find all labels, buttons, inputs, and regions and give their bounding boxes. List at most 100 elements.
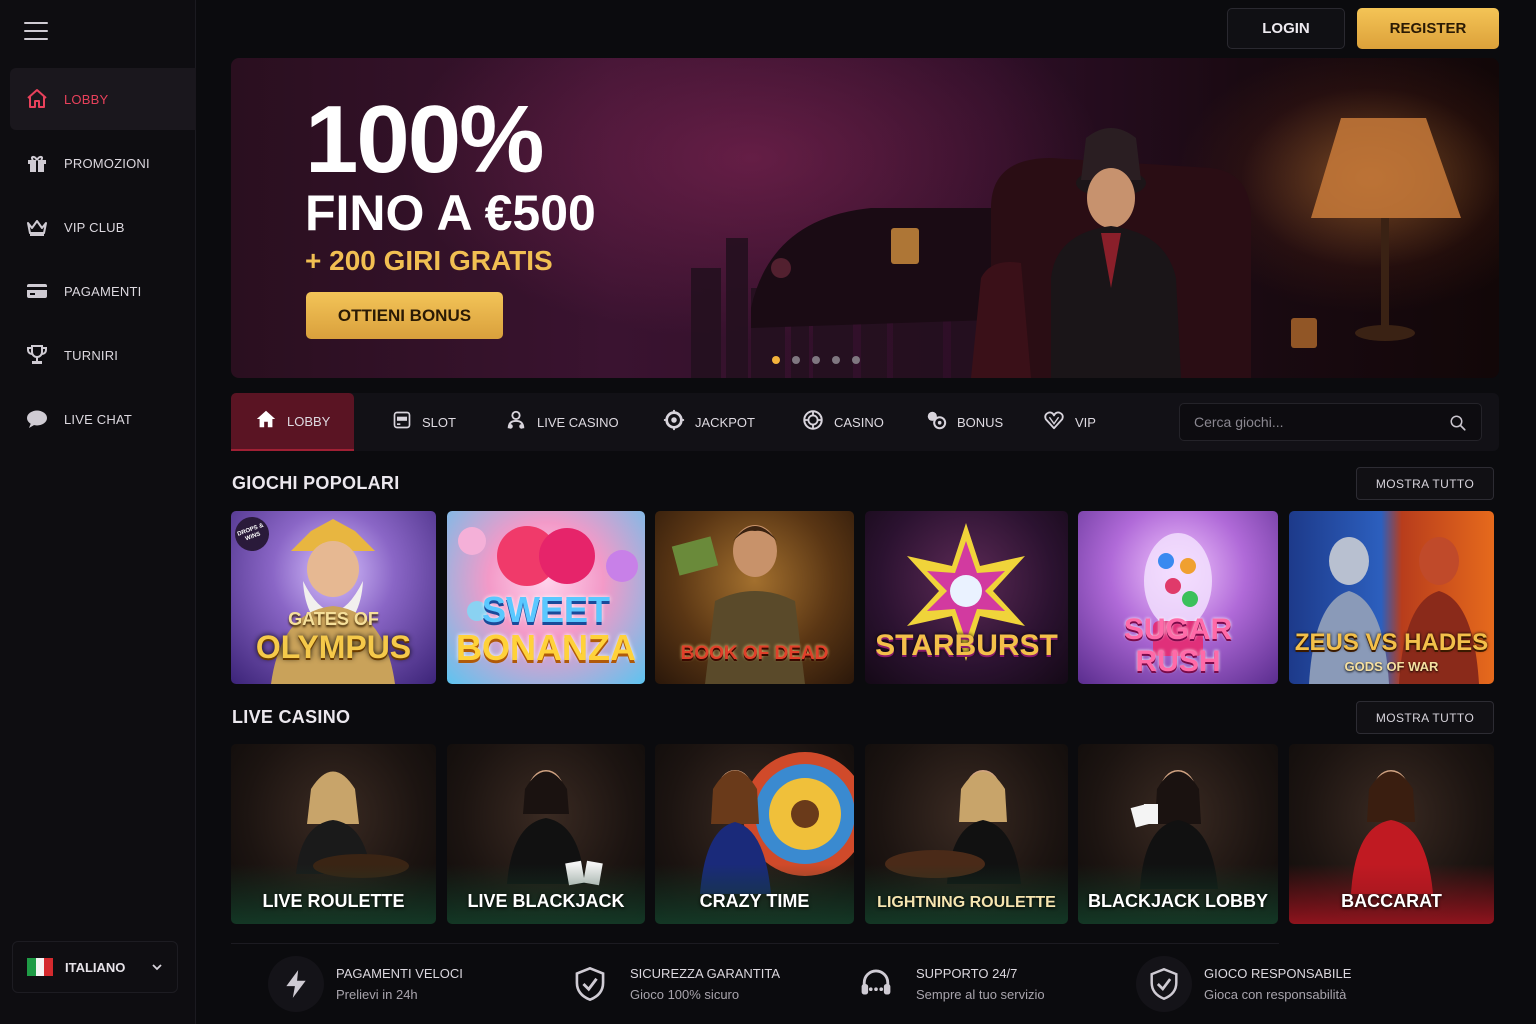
card-icon — [24, 278, 50, 304]
game-tile-starburst[interactable]: STARBURST — [865, 511, 1068, 684]
carousel-dot[interactable] — [792, 356, 800, 364]
sidebar-item-label: VIP CLUB — [64, 219, 125, 235]
game-title: OLYMPUS — [255, 629, 412, 665]
chevron-down-icon — [151, 960, 163, 978]
live-game-title: LIGHTNING ROULETTE — [877, 894, 1056, 911]
category-bar: LOBBY SLOT LIVE CASINO JACKPOT CASINO BO… — [231, 393, 1499, 451]
live-game-title: LIVE BLACKJACK — [467, 891, 625, 911]
tab-label: VIP — [1075, 414, 1096, 430]
live-tile-lightning-roulette[interactable]: LIGHTNING ROULETTE — [865, 744, 1068, 924]
feature-responsible-gaming: GIOCO RESPONSABILE Gioca con responsabili… — [1136, 956, 1351, 1012]
sidebar-item-live-chat[interactable]: LIVE CHAT — [10, 388, 196, 450]
search-input[interactable] — [1180, 404, 1440, 440]
live-tile-blackjack-lobby[interactable]: BLACKJACK LOBBY — [1078, 744, 1278, 924]
feature-fast-payments: PAGAMENTI VELOCI Prelievi in 24h — [268, 956, 463, 1012]
feature-subtitle: Gioco 100% sicuro — [630, 987, 740, 1002]
live-game-title: BLACKJACK LOBBY — [1088, 891, 1268, 911]
tab-jackpot[interactable]: JACKPOT — [663, 393, 755, 451]
shield-check-icon — [1136, 956, 1192, 1012]
carousel-dot[interactable] — [812, 356, 820, 364]
feature-title: GIOCO RESPONSABILE — [1204, 966, 1352, 981]
tab-label: JACKPOT — [695, 414, 755, 430]
divider — [231, 943, 1279, 944]
get-bonus-button[interactable]: OTTIENI BONUS — [306, 292, 503, 339]
tab-casino[interactable]: CASINO — [802, 393, 884, 451]
feature-title: PAGAMENTI VELOCI — [336, 966, 463, 981]
game-title: GATES OF — [288, 609, 379, 629]
sidebar-item-label: TURNIRI — [64, 347, 119, 363]
live-game-title: CRAZY TIME — [699, 891, 810, 911]
live-tile-live-blackjack[interactable]: LIVE BLACKJACK — [447, 744, 645, 924]
headset-icon — [848, 956, 904, 1012]
show-all-live-button[interactable]: MOSTRA TUTTO — [1356, 701, 1494, 734]
jackpot-icon — [663, 409, 685, 436]
sidebar-item-vip-club[interactable]: VIP CLUB — [10, 196, 196, 258]
carousel-dots — [772, 356, 872, 364]
feature-title: SICUREZZA GARANTITA — [630, 966, 780, 981]
sidebar-nav: LOBBY PROMOZIONI VIP CLUB PAGAMENTI TURN… — [10, 68, 196, 452]
tab-live-casino[interactable]: LIVE CASINO — [505, 393, 619, 451]
sidebar-item-turniri[interactable]: TURNIRI — [10, 324, 196, 386]
game-subtitle: GODS OF WAR — [1344, 659, 1439, 674]
chat-icon — [24, 406, 50, 432]
feature-subtitle: Gioca con responsabilità — [1204, 987, 1347, 1002]
sidebar-item-label: PROMOZIONI — [64, 155, 150, 171]
shield-check-icon — [562, 956, 618, 1012]
tab-lobby[interactable]: LOBBY — [231, 393, 354, 451]
carousel-dot[interactable] — [832, 356, 840, 364]
live-game-title: BACCARAT — [1341, 891, 1442, 911]
game-title: BOOK OF DEAD — [680, 643, 829, 664]
hero-free-spins: + 200 GIRI GRATIS — [305, 245, 553, 276]
sidebar-item-label: LOBBY — [64, 91, 109, 107]
live-tile-crazy-time[interactable]: CRAZY TIME — [655, 744, 854, 924]
sidebar-item-label: PAGAMENTI — [64, 283, 142, 299]
game-title: STARBURST — [875, 629, 1058, 662]
trophy-icon — [24, 342, 50, 368]
language-selector[interactable]: ITALIANO — [12, 941, 178, 993]
gangster-scene-illustration — [751, 118, 1461, 378]
show-all-popular-button[interactable]: MOSTRA TUTTO — [1356, 467, 1494, 500]
sidebar-item-pagamenti[interactable]: PAGAMENTI — [10, 260, 196, 322]
slot-icon — [392, 410, 412, 435]
game-tile-sweet-bonanza[interactable]: SWEET BONANZA — [447, 511, 645, 684]
chip-icon — [802, 409, 824, 436]
game-tile-gates-of-olympus[interactable]: DROPS & WINS GATES OF OLYMPUS — [231, 511, 436, 684]
sidebar-item-promozioni[interactable]: PROMOZIONI — [10, 132, 196, 194]
game-tile-zeus-vs-hades[interactable]: ZEUS VS HADES GODS OF WAR — [1289, 511, 1494, 684]
live-tile-live-roulette[interactable]: LIVE ROULETTE — [231, 744, 436, 924]
carousel-dot[interactable] — [772, 356, 780, 364]
login-button[interactable]: LOGIN — [1227, 8, 1345, 49]
diamond-heart-icon — [1043, 409, 1065, 436]
hero-amount: FINO A €500 — [305, 185, 596, 241]
tab-bonus[interactable]: BONUS — [925, 393, 1003, 451]
game-tile-sugar-rush[interactable]: SUGAR RUSH — [1078, 511, 1278, 684]
register-button[interactable]: REGISTER — [1357, 8, 1499, 49]
feature-subtitle: Prelievi in 24h — [336, 987, 418, 1002]
carousel-dot[interactable] — [852, 356, 860, 364]
feature-security: SICUREZZA GARANTITA Gioco 100% sicuro — [562, 956, 780, 1012]
section-title-popular: GIOCHI POPOLARI — [232, 473, 400, 493]
game-tile-book-of-dead[interactable]: BOOK OF DEAD — [655, 511, 854, 684]
section-title-live-casino: LIVE CASINO — [232, 707, 351, 727]
live-tile-baccarat[interactable]: BACCARAT — [1289, 744, 1494, 924]
language-label: ITALIANO — [65, 959, 126, 975]
menu-icon[interactable] — [24, 22, 48, 42]
game-title: ZEUS VS HADES — [1294, 629, 1489, 656]
sidebar-item-label: LIVE CHAT — [64, 411, 133, 427]
game-title: BONANZA — [456, 627, 636, 668]
search-box — [1179, 403, 1482, 441]
feature-subtitle: Sempre al tuo servizio — [916, 987, 1045, 1002]
feature-title: SUPPORTO 24/7 — [916, 966, 1018, 981]
tab-label: BONUS — [957, 414, 1004, 430]
tab-label: LOBBY — [287, 413, 331, 429]
sidebar: LOBBY PROMOZIONI VIP CLUB PAGAMENTI TURN… — [0, 0, 196, 1024]
game-title: SUGAR — [1123, 613, 1233, 646]
hero-headline: 100% — [305, 86, 545, 193]
sidebar-item-lobby[interactable]: LOBBY — [10, 68, 196, 130]
bonus-icon — [925, 409, 947, 436]
search-icon[interactable] — [1449, 414, 1467, 437]
hero-banner[interactable]: 100% FINO A €500 + 200 GIRI GRATIS OTTIE… — [231, 58, 1499, 378]
tab-slot[interactable]: SLOT — [392, 393, 456, 451]
dealer-icon — [505, 409, 527, 436]
tab-vip[interactable]: VIP — [1043, 393, 1096, 451]
